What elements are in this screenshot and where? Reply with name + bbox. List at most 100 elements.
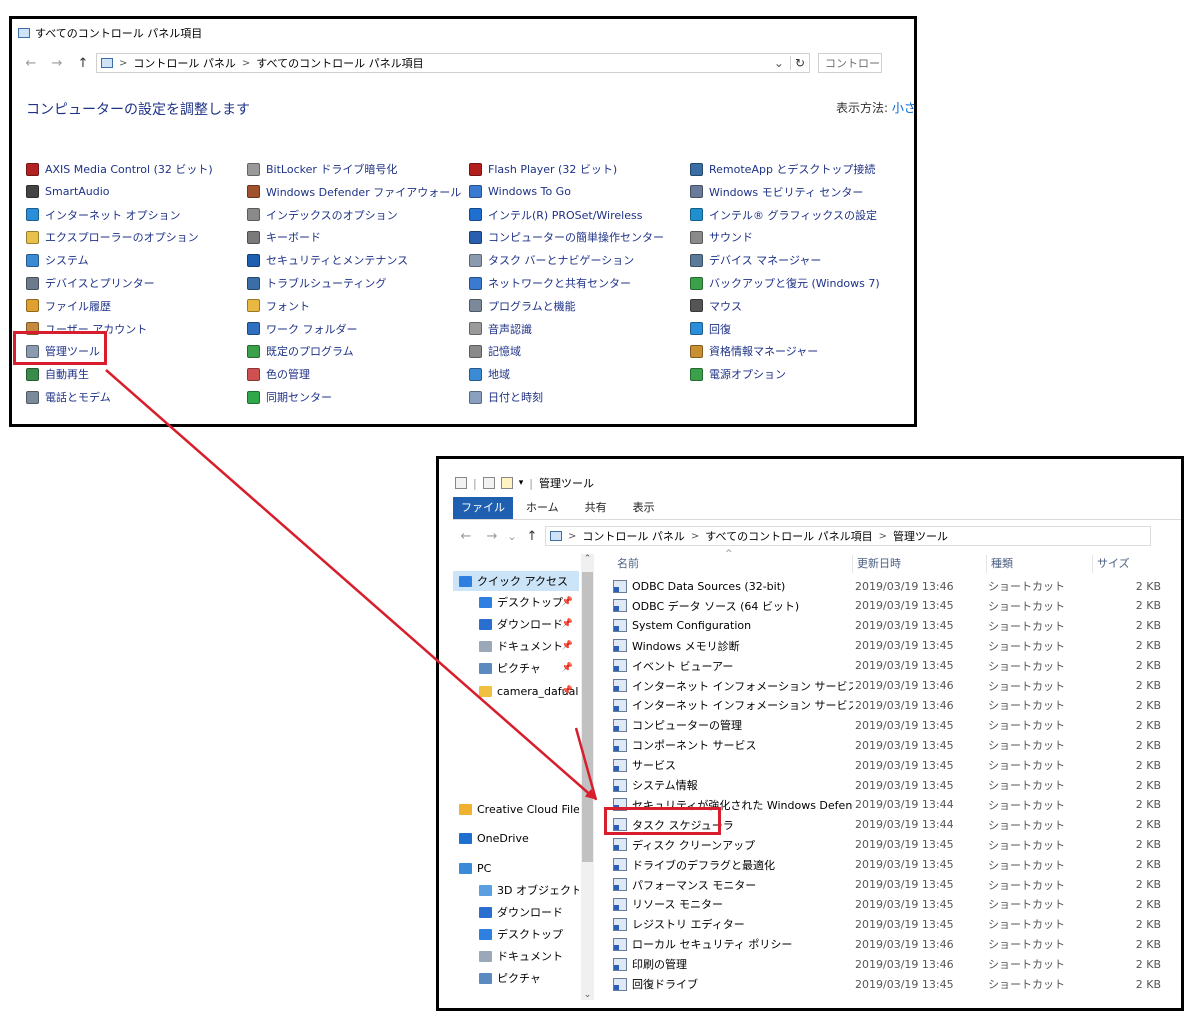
file-row[interactable]: Windows メモリ診断 2019/03/19 13:45 ショートカット 2 KB <box>613 636 1163 656</box>
scroll-up-icon[interactable]: ⌃ <box>581 554 594 564</box>
control-panel-item[interactable]: RemoteApp とデスクトップ接続 <box>690 160 875 178</box>
tab-file[interactable]: ファイル <box>453 497 513 519</box>
nav-item[interactable]: camera_dafuall 📌 <box>453 681 579 701</box>
nav-item[interactable]: ドキュメント 📌 <box>453 636 579 656</box>
column-header-name[interactable]: 名前 <box>613 555 853 573</box>
control-panel-item[interactable]: トラブルシューティング <box>247 274 386 292</box>
forward-button[interactable]: → <box>479 529 505 544</box>
control-panel-item[interactable]: 電話とモデム <box>26 388 111 406</box>
address-bar[interactable]: > コントロール パネル > すべてのコントロール パネル項目 > 管理ツール <box>545 526 1151 546</box>
control-panel-item[interactable]: フォント <box>247 297 310 315</box>
scrollbar-thumb[interactable] <box>582 572 593 862</box>
control-panel-item[interactable]: Windows To Go <box>469 183 571 201</box>
file-row[interactable]: ODBC データ ソース (64 ビット) 2019/03/19 13:45 ショー… <box>613 596 1163 616</box>
control-panel-item[interactable]: プログラムと機能 <box>469 297 576 315</box>
control-panel-item[interactable]: Windows モビリティ センター <box>690 183 863 201</box>
file-row[interactable]: サービス 2019/03/19 13:45 ショートカット 2 KB <box>613 755 1163 775</box>
file-row[interactable]: コンポーネント サービス 2019/03/19 13:45 ショートカット 2 KB <box>613 735 1163 755</box>
back-button[interactable]: ← <box>18 56 44 71</box>
file-row[interactable]: システム情報 2019/03/19 13:45 ショートカット 2 KB <box>613 775 1163 795</box>
control-panel-item[interactable]: SmartAudio <box>26 183 110 201</box>
control-panel-item[interactable]: 既定のプログラム <box>247 342 354 360</box>
control-panel-item[interactable]: 地域 <box>469 365 510 383</box>
nav-item[interactable]: ピクチャ <box>453 968 579 988</box>
nav-item[interactable]: ピクチャ 📌 <box>453 658 579 678</box>
nav-item[interactable]: ダウンロード 📌 <box>453 614 579 634</box>
control-panel-item[interactable]: バックアップと復元 (Windows 7) <box>690 274 880 292</box>
file-row[interactable]: イベント ビューアー 2019/03/19 13:45 ショートカット 2 KB <box>613 656 1163 676</box>
control-panel-item[interactable]: AXIS Media Control (32 ビット) <box>26 160 213 178</box>
control-panel-item[interactable]: インテル(R) PROSet/Wireless <box>469 206 642 224</box>
nav-item[interactable]: PC <box>453 858 579 878</box>
control-panel-item[interactable]: インデックスのオプション <box>247 206 398 224</box>
control-panel-item[interactable]: デバイス マネージャー <box>690 251 821 269</box>
view-mode-dropdown[interactable]: 小さ <box>892 101 916 115</box>
nav-item[interactable]: ダウンロード <box>453 902 579 922</box>
tab-share[interactable]: 共有 <box>572 497 620 519</box>
control-panel-item[interactable]: 記憶域 <box>469 342 521 360</box>
control-panel-item[interactable]: マウス <box>690 297 742 315</box>
breadcrumb-all-items[interactable]: すべてのコントロール パネル項目 <box>256 55 423 71</box>
control-panel-item[interactable]: 電源オプション <box>690 365 786 383</box>
check-icon[interactable] <box>482 477 495 489</box>
file-row[interactable]: System Configuration 2019/03/19 13:45 ショート… <box>613 616 1163 636</box>
control-panel-item[interactable]: コンピューターの簡単操作センター <box>469 228 664 246</box>
control-panel-item[interactable]: ファイル履歴 <box>26 297 111 315</box>
column-header-type[interactable]: 種類 <box>987 555 1093 573</box>
control-panel-item[interactable]: ネットワークと共有センター <box>469 274 631 292</box>
nav-item[interactable]: デスクトップ 📌 <box>453 592 579 612</box>
nav-item[interactable]: クイック アクセス <box>453 571 579 591</box>
column-header-date[interactable]: 更新日時 <box>853 555 987 573</box>
file-row[interactable]: レジストリ エディター 2019/03/19 13:45 ショートカット 2 KB <box>613 914 1163 934</box>
file-row[interactable]: ODBC Data Sources (32-bit) 2019/03/19 13:… <box>613 576 1163 596</box>
breadcrumb-control-panel[interactable]: コントロール パネル <box>582 528 685 544</box>
breadcrumb-control-panel[interactable]: コントロール パネル <box>133 55 236 71</box>
column-header-size[interactable]: サイズ <box>1093 555 1163 573</box>
file-row[interactable]: ドライブのデフラグと最適化 2019/03/19 13:45 ショートカット 2 KB <box>613 855 1163 875</box>
search-box[interactable]: コントロール パ <box>818 53 882 73</box>
refresh-icon[interactable]: ↻ <box>789 56 809 70</box>
file-row[interactable]: 回復ドライブ 2019/03/19 13:45 ショートカット 2 KB <box>613 974 1163 994</box>
control-panel-item[interactable]: BitLocker ドライブ暗号化 <box>247 160 397 178</box>
forward-button[interactable]: → <box>44 56 70 71</box>
control-panel-item[interactable]: ワーク フォルダー <box>247 320 358 338</box>
control-panel-item[interactable]: 自動再生 <box>26 365 89 383</box>
up-button[interactable]: ↑ <box>519 529 545 544</box>
control-panel-item[interactable]: 資格情報マネージャー <box>690 342 818 360</box>
control-panel-item[interactable]: Windows Defender ファイアウォール <box>247 183 461 201</box>
control-panel-item[interactable]: 音声認識 <box>469 320 532 338</box>
address-dropdown-icon[interactable]: ⌄ <box>774 56 784 70</box>
scroll-down-icon[interactable]: ⌄ <box>581 990 594 1000</box>
breadcrumb-all-items[interactable]: すべてのコントロール パネル項目 <box>705 528 872 544</box>
tab-view[interactable]: 表示 <box>620 497 668 519</box>
tab-home[interactable]: ホーム <box>513 497 572 519</box>
control-panel-item[interactable]: 同期センター <box>247 388 332 406</box>
nav-item[interactable]: Creative Cloud Files <box>453 799 579 819</box>
up-button[interactable]: ↑ <box>70 56 96 71</box>
breadcrumb-admin-tools[interactable]: 管理ツール <box>893 528 948 544</box>
back-button[interactable]: ← <box>453 529 479 544</box>
nav-item[interactable]: デスクトップ <box>453 924 579 944</box>
nav-item[interactable]: ドキュメント <box>453 946 579 966</box>
control-panel-item[interactable]: エクスプローラーのオプション <box>26 228 199 246</box>
nav-item[interactable]: OneDrive <box>453 828 579 848</box>
control-panel-item[interactable]: システム <box>26 251 89 269</box>
control-panel-item[interactable]: 回復 <box>690 320 731 338</box>
recent-locations-icon[interactable]: ⌄ <box>505 530 519 543</box>
properties-icon[interactable] <box>455 477 467 489</box>
control-panel-item[interactable]: Flash Player (32 ビット) <box>469 160 617 178</box>
control-panel-item[interactable]: 日付と時刻 <box>469 388 543 406</box>
file-row[interactable]: ローカル セキュリティ ポリシー 2019/03/19 13:46 ショートカット 2… <box>613 934 1163 954</box>
file-row[interactable]: コンピューターの管理 2019/03/19 13:45 ショートカット 2 KB <box>613 715 1163 735</box>
address-bar[interactable]: > コントロール パネル > すべてのコントロール パネル項目 ⌄ ↻ <box>96 53 810 73</box>
control-panel-item[interactable]: インターネット オプション <box>26 206 181 224</box>
navigation-scrollbar[interactable]: ⌃ ⌄ <box>581 554 594 1000</box>
control-panel-item[interactable]: キーボード <box>247 228 321 246</box>
control-panel-item[interactable]: セキュリティとメンテナンス <box>247 251 408 269</box>
control-panel-item[interactable]: インテル® グラフィックスの設定 <box>690 206 877 224</box>
file-row[interactable]: 印刷の管理 2019/03/19 13:46 ショートカット 2 KB <box>613 954 1163 974</box>
nav-item[interactable]: 3D オブジェクト <box>453 880 579 900</box>
control-panel-item[interactable]: サウンド <box>690 228 753 246</box>
folder-icon[interactable] <box>500 477 513 489</box>
control-panel-item[interactable]: タスク バーとナビゲーション <box>469 251 634 269</box>
